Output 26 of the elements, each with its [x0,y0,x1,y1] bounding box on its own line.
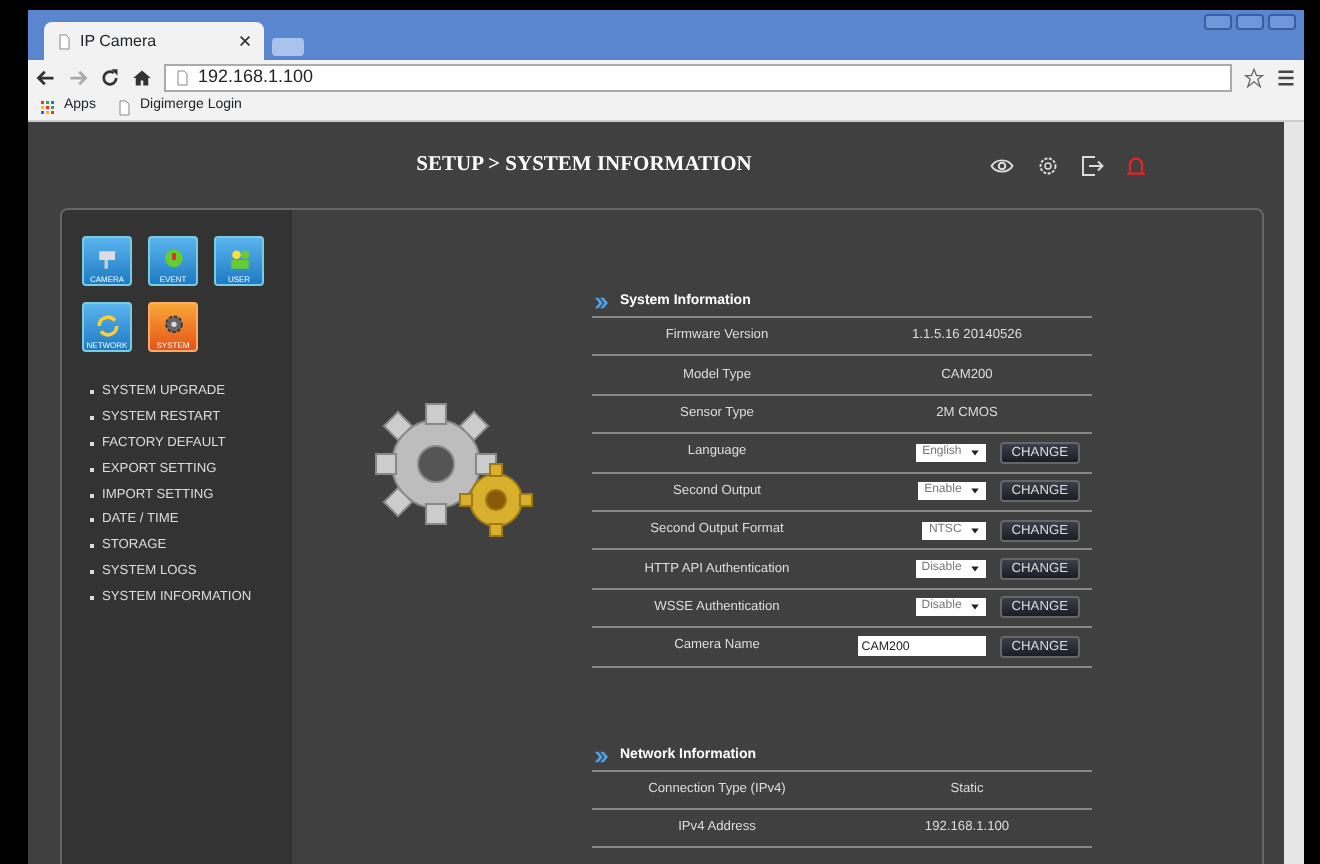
reload-icon[interactable] [100,67,120,87]
double-chevron-icon [592,296,610,310]
scrollbar[interactable] [1284,122,1304,864]
address-bar[interactable]: 192.168.1.100 [164,63,1232,91]
eye-icon[interactable] [988,153,1016,177]
url-text: 192.168.1.100 [198,63,314,90]
logout-icon[interactable] [1080,153,1104,177]
close-icon[interactable] [238,34,252,48]
settings-icon[interactable] [1036,153,1060,177]
caret-icon [969,486,980,497]
tab-title: IP Camera [80,29,159,53]
back-icon[interactable] [36,67,56,87]
browser-tab[interactable]: IP Camera [44,22,264,60]
home-icon[interactable] [132,67,152,87]
page-icon [115,99,132,115]
caret-icon [969,602,980,613]
apps-grid-icon [40,99,56,115]
caret-icon [969,447,980,458]
caret-icon [969,525,980,536]
star-icon[interactable] [1244,67,1264,87]
double-chevron-icon [592,749,610,764]
page-title: SETUP > SYSTEM INFORMATION [414,151,754,180]
caret-icon [969,564,980,575]
menu-icon[interactable] [1276,67,1296,87]
page-icon [56,33,72,49]
page-icon [174,69,190,85]
